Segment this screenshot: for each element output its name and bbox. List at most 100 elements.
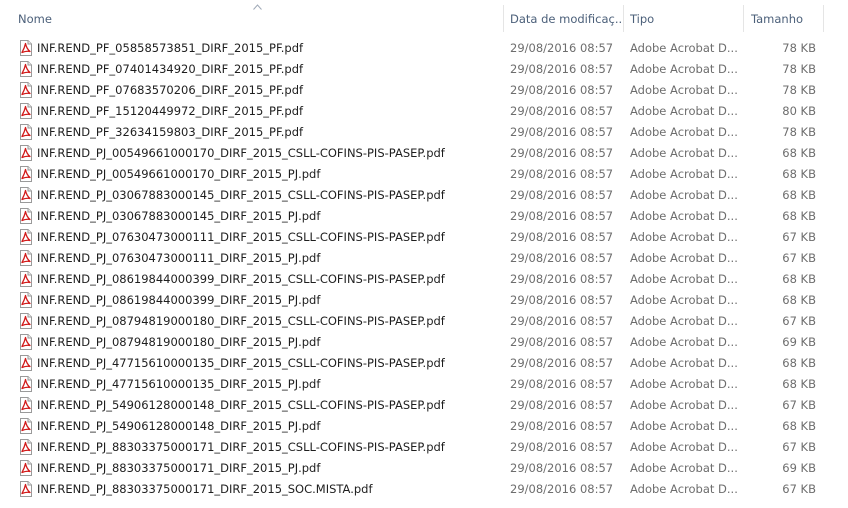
file-name: INF.REND_PF_05858573851_DIRF_2015_PF.pdf	[37, 41, 304, 55]
pdf-file-icon	[20, 229, 32, 245]
file-row[interactable]: INF.REND_PJ_47715610000135_DIRF_2015_PJ.…	[0, 374, 824, 395]
column-divider[interactable]	[503, 5, 504, 32]
file-date-modified: 29/08/2016 08:57	[510, 188, 614, 202]
pdf-file-icon	[20, 313, 32, 329]
sort-ascending-icon	[253, 4, 262, 10]
pdf-file-icon	[20, 208, 32, 224]
file-row[interactable]: INF.REND_PJ_03067883000145_DIRF_2015_CSL…	[0, 185, 824, 206]
file-size: 67 KB	[782, 440, 816, 454]
column-divider[interactable]	[623, 5, 624, 32]
file-size: 68 KB	[782, 419, 816, 433]
pdf-file-icon	[20, 292, 32, 308]
file-name: INF.REND_PJ_00549661000170_DIRF_2015_CSL…	[37, 146, 445, 160]
file-name: INF.REND_PF_07401434920_DIRF_2015_PF.pdf	[37, 62, 304, 76]
pdf-file-icon	[20, 271, 32, 287]
file-row[interactable]: INF.REND_PJ_08619844000399_DIRF_2015_PJ.…	[0, 290, 824, 311]
file-date-modified: 29/08/2016 08:57	[510, 377, 614, 391]
file-date-modified: 29/08/2016 08:57	[510, 41, 614, 55]
column-header-type[interactable]: Tipo	[630, 0, 740, 32]
file-date-modified: 29/08/2016 08:57	[510, 104, 614, 118]
file-size: 67 KB	[782, 314, 816, 328]
file-row[interactable]: INF.REND_PF_32634159803_DIRF_2015_PF.pdf…	[0, 122, 824, 143]
pdf-file-icon	[20, 439, 32, 455]
file-row[interactable]: INF.REND_PJ_00549661000170_DIRF_2015_CSL…	[0, 143, 824, 164]
column-header-size[interactable]: Tamanho	[751, 0, 821, 32]
pdf-file-icon	[20, 334, 32, 350]
file-name: INF.REND_PJ_00549661000170_DIRF_2015_PJ.…	[37, 167, 321, 181]
file-type: Adobe Acrobat D...	[630, 377, 738, 391]
file-date-modified: 29/08/2016 08:57	[510, 209, 614, 223]
file-name: INF.REND_PJ_88303375000171_DIRF_2015_SOC…	[37, 482, 373, 496]
file-row[interactable]: INF.REND_PJ_07630473000111_DIRF_2015_PJ.…	[0, 248, 824, 269]
file-name: INF.REND_PJ_08619844000399_DIRF_2015_PJ.…	[37, 293, 321, 307]
file-date-modified: 29/08/2016 08:57	[510, 419, 614, 433]
file-size: 69 KB	[782, 461, 816, 475]
file-row[interactable]: INF.REND_PJ_08619844000399_DIRF_2015_CSL…	[0, 269, 824, 290]
file-name: INF.REND_PF_15120449972_DIRF_2015_PF.pdf	[37, 104, 304, 118]
file-date-modified: 29/08/2016 08:57	[510, 251, 614, 265]
file-row[interactable]: INF.REND_PJ_00549661000170_DIRF_2015_PJ.…	[0, 164, 824, 185]
file-name: INF.REND_PJ_47715610000135_DIRF_2015_CSL…	[37, 356, 445, 370]
pdf-file-icon	[20, 103, 32, 119]
file-row[interactable]: INF.REND_PF_15120449972_DIRF_2015_PF.pdf…	[0, 101, 824, 122]
pdf-file-icon	[20, 61, 32, 77]
file-name: INF.REND_PJ_54906128000148_DIRF_2015_CSL…	[37, 398, 445, 412]
file-date-modified: 29/08/2016 08:57	[510, 230, 614, 244]
pdf-file-icon	[20, 397, 32, 413]
file-name: INF.REND_PJ_08794819000180_DIRF_2015_PJ.…	[37, 335, 321, 349]
pdf-file-icon	[20, 124, 32, 140]
file-type: Adobe Acrobat D...	[630, 167, 738, 181]
file-date-modified: 29/08/2016 08:57	[510, 335, 614, 349]
file-row[interactable]: INF.REND_PJ_08794819000180_DIRF_2015_CSL…	[0, 311, 824, 332]
file-type: Adobe Acrobat D...	[630, 356, 738, 370]
file-date-modified: 29/08/2016 08:57	[510, 461, 614, 475]
file-name: INF.REND_PF_32634159803_DIRF_2015_PF.pdf	[37, 125, 304, 139]
file-type: Adobe Acrobat D...	[630, 461, 738, 475]
file-type: Adobe Acrobat D...	[630, 104, 738, 118]
file-row[interactable]: INF.REND_PJ_88303375000171_DIRF_2015_SOC…	[0, 479, 824, 500]
file-size: 78 KB	[782, 125, 816, 139]
file-date-modified: 29/08/2016 08:57	[510, 482, 614, 496]
file-name: INF.REND_PJ_88303375000171_DIRF_2015_CSL…	[37, 440, 445, 454]
file-name: INF.REND_PJ_88303375000171_DIRF_2015_PJ.…	[37, 461, 321, 475]
file-size: 68 KB	[782, 356, 816, 370]
file-size: 68 KB	[782, 167, 816, 181]
pdf-file-icon	[20, 481, 32, 497]
file-row[interactable]: INF.REND_PF_07401434920_DIRF_2015_PF.pdf…	[0, 59, 824, 80]
file-row[interactable]: INF.REND_PJ_07630473000111_DIRF_2015_CSL…	[0, 227, 824, 248]
file-name: INF.REND_PJ_08794819000180_DIRF_2015_CSL…	[37, 314, 445, 328]
file-row[interactable]: INF.REND_PJ_08794819000180_DIRF_2015_PJ.…	[0, 332, 824, 353]
file-type: Adobe Acrobat D...	[630, 188, 738, 202]
file-date-modified: 29/08/2016 08:57	[510, 398, 614, 412]
file-name: INF.REND_PJ_03067883000145_DIRF_2015_PJ.…	[37, 209, 321, 223]
file-date-modified: 29/08/2016 08:57	[510, 62, 614, 76]
file-size: 68 KB	[782, 209, 816, 223]
file-row[interactable]: INF.REND_PF_07683570206_DIRF_2015_PF.pdf…	[0, 80, 824, 101]
column-divider[interactable]	[743, 5, 744, 32]
file-name: INF.REND_PJ_54906128000148_DIRF_2015_PJ.…	[37, 419, 321, 433]
file-row[interactable]: INF.REND_PJ_88303375000171_DIRF_2015_PJ.…	[0, 458, 824, 479]
file-row[interactable]: INF.REND_PJ_88303375000171_DIRF_2015_CSL…	[0, 437, 824, 458]
file-size: 80 KB	[782, 104, 816, 118]
file-row[interactable]: INF.REND_PJ_47715610000135_DIRF_2015_CSL…	[0, 353, 824, 374]
column-divider[interactable]	[823, 5, 824, 32]
file-row[interactable]: INF.REND_PJ_54906128000148_DIRF_2015_CSL…	[0, 395, 824, 416]
file-row[interactable]: INF.REND_PJ_03067883000145_DIRF_2015_PJ.…	[0, 206, 824, 227]
file-size: 68 KB	[782, 188, 816, 202]
file-type: Adobe Acrobat D...	[630, 419, 738, 433]
pdf-file-icon	[20, 376, 32, 392]
file-size: 67 KB	[782, 398, 816, 412]
file-row[interactable]: INF.REND_PF_05858573851_DIRF_2015_PF.pdf…	[0, 38, 824, 59]
file-size: 78 KB	[782, 62, 816, 76]
file-type: Adobe Acrobat D...	[630, 209, 738, 223]
column-header-bar: Nome Data de modificaç... Tipo Tamanho	[0, 0, 824, 32]
file-size: 78 KB	[782, 41, 816, 55]
file-size: 68 KB	[782, 377, 816, 391]
file-type: Adobe Acrobat D...	[630, 272, 738, 286]
file-size: 67 KB	[782, 230, 816, 244]
file-type: Adobe Acrobat D...	[630, 314, 738, 328]
file-row[interactable]: INF.REND_PJ_54906128000148_DIRF_2015_PJ.…	[0, 416, 824, 437]
column-header-date[interactable]: Data de modificaç...	[510, 0, 622, 32]
file-type: Adobe Acrobat D...	[630, 335, 738, 349]
file-size: 67 KB	[782, 251, 816, 265]
